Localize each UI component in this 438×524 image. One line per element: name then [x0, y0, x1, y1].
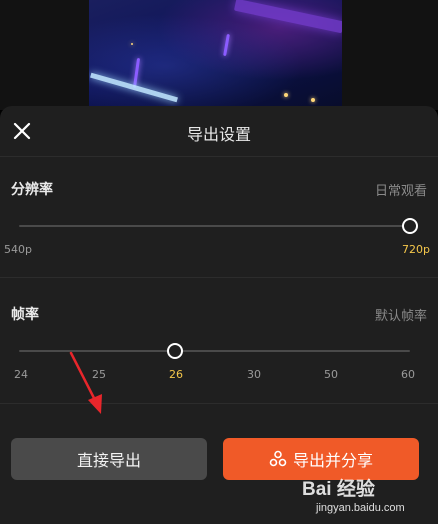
resolution-slider-track[interactable] — [19, 225, 410, 227]
frame-rate-tick-selected[interactable]: 26 — [161, 368, 191, 381]
sheet-title: 导出设置 — [186, 125, 251, 144]
annotation-arrow-icon — [69, 351, 102, 414]
watermark-url: jingyan.baidu.com — [316, 502, 405, 514]
frame-rate-tick[interactable]: 60 — [393, 368, 423, 381]
frame-rate-tick[interactable]: 30 — [239, 368, 269, 381]
preview-spot — [131, 43, 133, 45]
sheet-header: 导出设置 — [0, 106, 438, 156]
resolution-label: 分辨率 — [11, 182, 53, 198]
resolution-slider-thumb[interactable] — [402, 218, 418, 234]
direct-export-label: 直接导出 — [76, 451, 141, 470]
watermark-logo: Bai 经验 — [302, 479, 375, 500]
frame-rate-slider-thumb[interactable] — [167, 343, 183, 359]
preview-spot — [311, 98, 315, 102]
frame-rate-tick[interactable]: 50 — [316, 368, 346, 381]
export-and-share-label: 导出并分享 — [292, 451, 373, 470]
share-icon — [269, 450, 287, 467]
header-divider — [0, 156, 438, 157]
section-divider — [0, 277, 438, 278]
frame-rate-tick[interactable]: 24 — [6, 368, 36, 381]
resolution-hint: 日常观看 — [374, 184, 427, 199]
baidu-jingyan-watermark: Bai 经验 jingyan.baidu.com — [302, 474, 432, 520]
frame-rate-label: 帧率 — [11, 307, 39, 323]
video-preview — [89, 0, 342, 110]
resolution-min-label: 540p — [4, 243, 32, 256]
preview-spot — [284, 93, 288, 97]
resolution-max-label: 720p — [402, 243, 430, 256]
export-settings-sheet: 导出设置 分辨率 日常观看 540p 720p 帧率 默认帧率 24 25 26… — [0, 106, 438, 524]
frame-rate-hint: 默认帧率 — [374, 309, 427, 324]
direct-export-button[interactable]: 直接导出 — [11, 438, 207, 480]
